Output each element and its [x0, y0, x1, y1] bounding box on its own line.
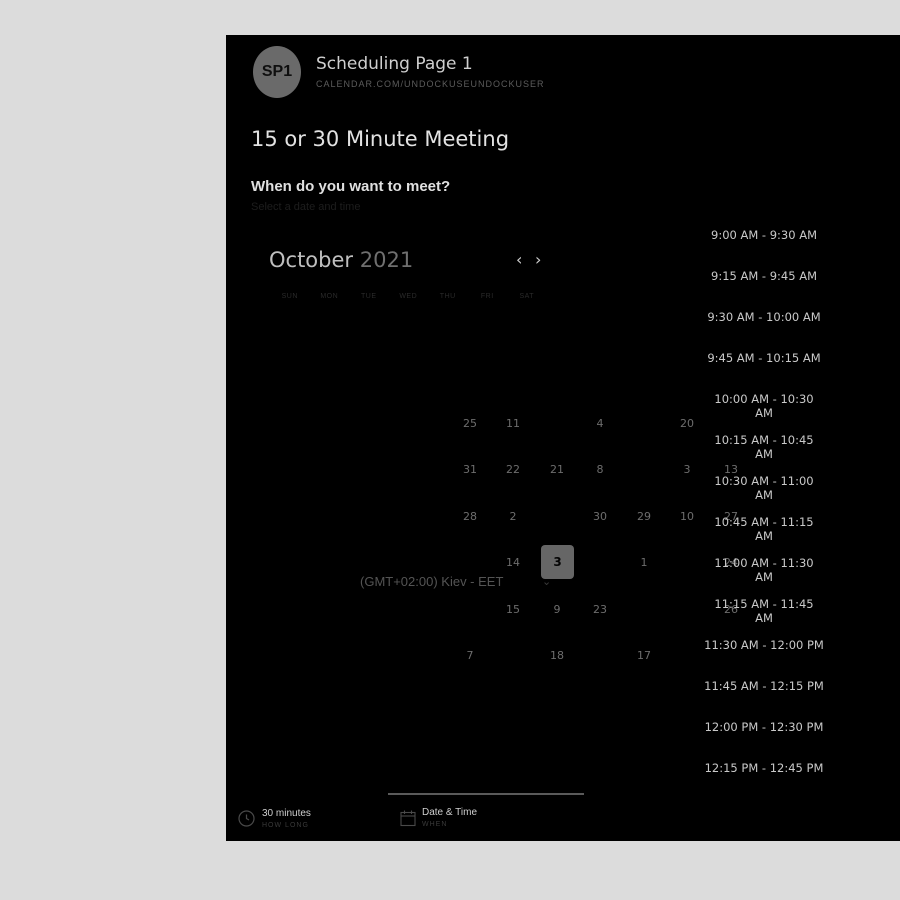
calendar-day[interactable]: 25	[454, 407, 486, 439]
weekday-label: TUE	[361, 293, 377, 300]
scheduling-page-url[interactable]: CALENDAR.COM/UNDOCKUSEUNDOCKUSER	[316, 79, 545, 89]
weekday-label: WED	[399, 293, 418, 300]
calendar-day[interactable]: 31	[454, 453, 486, 485]
time-slot[interactable]: 11:00 AM - 11:30 AM	[704, 556, 824, 584]
calendar-day[interactable]: 17	[628, 639, 660, 671]
calendar-day[interactable]: 21	[541, 453, 573, 485]
time-slot[interactable]: 9:15 AM - 9:45 AM	[704, 269, 824, 283]
calendar-day[interactable]: 30	[584, 500, 616, 532]
weekday-label: MON	[320, 293, 339, 300]
chevron-left-icon[interactable]: ‹	[516, 250, 522, 269]
calendar-day-selected[interactable]: 3	[541, 545, 574, 579]
clock-icon	[238, 810, 255, 827]
chevron-down-icon[interactable]: ⌄	[542, 575, 551, 588]
calendar-day[interactable]: 10	[671, 500, 703, 532]
calendar-day[interactable]: 8	[584, 453, 616, 485]
calendar-day[interactable]: 11	[497, 407, 529, 439]
calendar-day[interactable]: 7	[454, 639, 486, 671]
weekday-header: SUN MON TUE WED THU FRI SAT	[270, 293, 547, 300]
step-progress-indicator	[388, 793, 584, 795]
weekday-label: SUN	[281, 293, 298, 300]
calendar-year: 2021	[359, 248, 414, 272]
time-slot[interactable]: 9:30 AM - 10:00 AM	[704, 310, 824, 324]
meeting-question: When do you want to meet?	[251, 178, 451, 195]
duration-label: 30 minutes	[262, 808, 311, 819]
avatar: SP1	[253, 46, 301, 98]
weekday-label: SAT	[519, 293, 535, 300]
time-slot[interactable]: 11:45 AM - 12:15 PM	[704, 679, 824, 693]
time-slot[interactable]: 10:00 AM - 10:30 AM	[704, 392, 824, 420]
datetime-label: Date & Time	[422, 807, 478, 818]
calendar-day[interactable]: 20	[671, 407, 703, 439]
calendar-day[interactable]: 4	[584, 407, 616, 439]
weekday-label: FRI	[480, 293, 494, 300]
calendar-day[interactable]: 3	[671, 453, 703, 485]
timezone-select[interactable]: (GMT+02:00) Kiev - EET	[360, 574, 503, 589]
calendar-day[interactable]: 22	[497, 453, 529, 485]
time-slot[interactable]: 11:15 AM - 11:45 AM	[704, 597, 824, 625]
calendar-day[interactable]: 2	[497, 500, 529, 532]
scheduling-panel: SP1 Scheduling Page 1 CALENDAR.COM/UNDOC…	[226, 35, 900, 841]
calendar-day[interactable]: 9	[541, 593, 573, 625]
duration-sublabel: HOW LONG	[262, 822, 309, 829]
calendar-icon	[400, 810, 416, 827]
meeting-hint: Select a date and time	[251, 201, 361, 213]
scheduling-page-name: Scheduling Page 1	[316, 54, 473, 74]
time-slot[interactable]: 10:15 AM - 10:45 AM	[704, 433, 824, 461]
time-slot[interactable]: 11:30 AM - 12:00 PM	[704, 638, 824, 652]
calendar-day[interactable]: 29	[628, 500, 660, 532]
time-slot[interactable]: 9:45 AM - 10:15 AM	[704, 351, 824, 365]
calendar-day[interactable]: 18	[541, 639, 573, 671]
calendar-month-label: October 2021	[269, 248, 413, 272]
calendar-day[interactable]: 15	[497, 593, 529, 625]
weekday-label: THU	[439, 293, 456, 300]
calendar-day[interactable]: 28	[454, 500, 486, 532]
time-slot[interactable]: 10:30 AM - 11:00 AM	[704, 474, 824, 502]
time-slot[interactable]: 12:00 PM - 12:30 PM	[704, 720, 824, 734]
time-slot[interactable]: 9:00 AM - 9:30 AM	[704, 228, 824, 242]
time-slot[interactable]: 12:15 PM - 12:45 PM	[704, 761, 824, 775]
chevron-right-icon[interactable]: ›	[535, 250, 541, 269]
datetime-sublabel: WHEN	[422, 821, 448, 828]
meeting-title: 15 or 30 Minute Meeting	[251, 127, 510, 151]
calendar-month: October	[269, 248, 354, 272]
calendar-day[interactable]: 23	[584, 593, 616, 625]
calendar-day[interactable]: 1	[628, 546, 660, 578]
time-slot[interactable]: 10:45 AM - 11:15 AM	[704, 515, 824, 543]
